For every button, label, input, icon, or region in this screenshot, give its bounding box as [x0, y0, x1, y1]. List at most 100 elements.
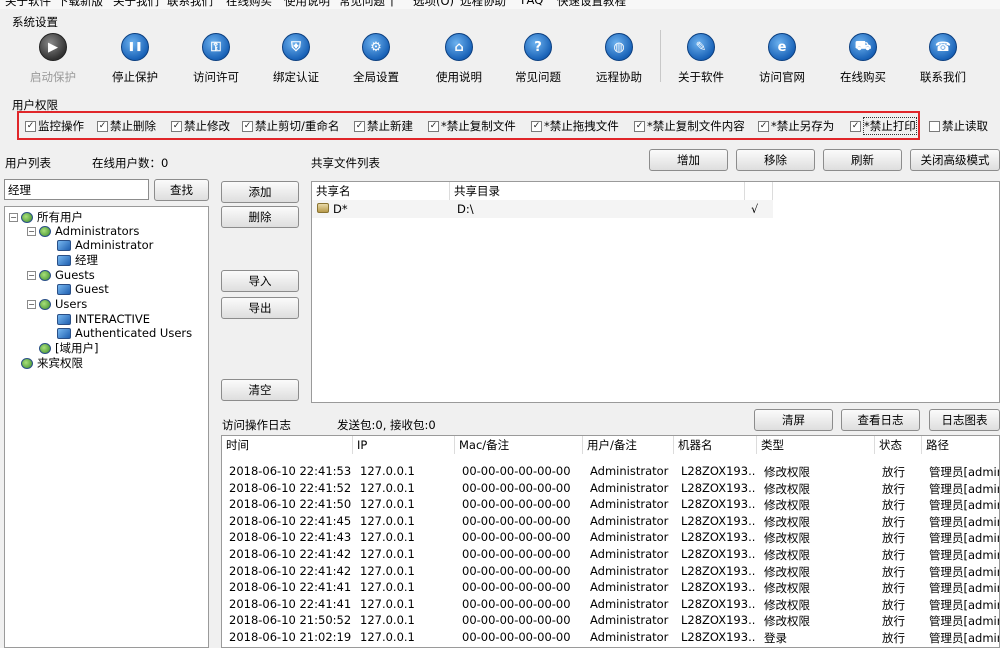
- tree-node[interactable]: Administrator: [45, 238, 153, 252]
- delete-user-button[interactable]: 删除: [221, 206, 299, 228]
- menu-item[interactable]: |: [390, 0, 394, 7]
- search-button[interactable]: 查找: [154, 179, 209, 201]
- log-cell: 00-00-00-00-00-00: [462, 513, 571, 528]
- share-row[interactable]: D* D:\ √: [312, 200, 773, 218]
- collapse-icon[interactable]: −: [27, 299, 36, 309]
- phone-toolbar-button[interactable]: ☎ 联系我们: [903, 33, 983, 85]
- key-toolbar-button[interactable]: ⚿ 访问许可: [176, 33, 256, 85]
- log-column-header[interactable]: IP: [353, 436, 455, 454]
- play-icon: ▶: [39, 33, 67, 61]
- share-path-column-header[interactable]: 共享目录: [450, 182, 745, 200]
- menu-item[interactable]: 常见问题: [339, 0, 385, 9]
- checkbox-icon[interactable]: [929, 120, 940, 132]
- collapse-icon[interactable]: −: [27, 270, 36, 280]
- question-icon: ?: [524, 33, 552, 61]
- log-column-header[interactable]: 机器名: [674, 436, 757, 454]
- browser-toolbar-button[interactable]: e 访问官网: [742, 33, 822, 85]
- import-button[interactable]: 导入: [221, 270, 299, 292]
- log-column-header[interactable]: 类型: [757, 436, 875, 454]
- tree-node[interactable]: − 所有用户: [9, 210, 83, 224]
- log-row[interactable]: 2018-06-10 21:02:19 127.0.0.1 00-00-00-00-…: [222, 630, 999, 646]
- tree-node[interactable]: [域用户]: [27, 341, 98, 355]
- log-row[interactable]: 2018-06-10 22:41:42 127.0.0.1 00-00-00-00-…: [222, 564, 999, 580]
- toolbar-button-label: 绑定认证: [273, 70, 319, 84]
- log-cell: 127.0.0.1: [360, 547, 415, 561]
- menu-item[interactable]: 关于我们: [113, 0, 159, 9]
- close-advanced-mode-button[interactable]: 关闭高级模式: [910, 149, 1000, 171]
- menu-item[interactable]: FAQ: [521, 0, 543, 7]
- share-name-column-header[interactable]: 共享名: [312, 182, 450, 200]
- menu-item[interactable]: 在线购买: [226, 0, 272, 9]
- log-cell: 管理员[admin]: [929, 514, 999, 529]
- pause-toolbar-button[interactable]: ❚❚ 停止保护: [95, 33, 175, 85]
- remove-share-button[interactable]: 移除: [736, 149, 815, 171]
- log-column-header[interactable]: 状态: [875, 436, 922, 454]
- tree-node[interactable]: Guest: [45, 282, 109, 296]
- share-table: 共享名 共享目录 D* D:\ √: [311, 181, 1000, 403]
- menu-item[interactable]: 快速设置教程: [557, 0, 626, 9]
- export-button[interactable]: 导出: [221, 297, 299, 319]
- log-cell: 2018-06-10 22:41:52: [229, 480, 352, 495]
- menu-item[interactable]: 联系我们: [167, 0, 213, 9]
- menu-item[interactable]: 关于软件: [5, 0, 51, 9]
- log-row[interactable]: 2018-06-10 22:41:41 127.0.0.1 00-00-00-00-…: [222, 580, 999, 596]
- tree-node[interactable]: − Guests: [27, 268, 95, 282]
- log-row[interactable]: 2018-06-10 22:41:42 127.0.0.1 00-00-00-00-…: [222, 547, 999, 563]
- menu-item[interactable]: 使用说明: [284, 0, 330, 9]
- log-cell: 管理员[admin]: [929, 564, 999, 579]
- tree-node[interactable]: 经理: [45, 253, 98, 267]
- tree-node-label: 经理: [75, 253, 98, 267]
- tree-node[interactable]: 来宾权限: [9, 356, 83, 370]
- add-share-button[interactable]: 增加: [649, 149, 728, 171]
- tree-node[interactable]: − Users: [27, 297, 87, 311]
- log-column-header[interactable]: 时间: [222, 436, 353, 454]
- view-log-button[interactable]: 查看日志: [841, 409, 920, 431]
- log-cell: L28ZOX193...: [681, 464, 756, 478]
- log-row[interactable]: 2018-06-10 22:41:41 127.0.0.1 00-00-00-00-…: [222, 596, 999, 613]
- graduation-cap-toolbar-button[interactable]: ⌂ 使用说明: [419, 33, 499, 85]
- collapse-icon[interactable]: −: [27, 226, 36, 236]
- log-row[interactable]: 2018-06-10 22:41:50 127.0.0.1 00-00-00-00-…: [222, 497, 999, 513]
- refresh-button[interactable]: 刷新: [823, 149, 902, 171]
- log-chart-button[interactable]: 日志图表: [929, 409, 1000, 431]
- question-toolbar-button[interactable]: ? 常见问题: [498, 33, 578, 85]
- log-column-header[interactable]: 用户/备注: [583, 436, 674, 454]
- log-table: 时间 IP Mac/备注 用户/备注 机器名 类型 状态 路径 2018-06-10 22:41…: [221, 435, 1000, 648]
- tree-node[interactable]: − Administrators: [27, 224, 139, 238]
- menu-item[interactable]: 远程协助: [460, 0, 506, 9]
- tree-node[interactable]: INTERACTIVE: [45, 312, 150, 326]
- log-row[interactable]: 2018-06-10 22:41:52 127.0.0.1 00-00-00-00-…: [222, 480, 999, 497]
- play-toolbar-button[interactable]: ▶ 启动保护: [13, 33, 93, 85]
- menu-item[interactable]: 下载新版: [57, 0, 103, 9]
- shield-icon: ⛨: [282, 33, 310, 61]
- toolbar-button-label: 启动保护: [30, 70, 76, 84]
- log-cell: 放行: [882, 564, 905, 579]
- log-row[interactable]: 2018-06-10 22:41:45 127.0.0.1 00-00-00-00-…: [222, 513, 999, 530]
- permission-checkbox[interactable]: 禁止读取: [929, 118, 988, 134]
- log-row[interactable]: 2018-06-10 22:41:53 127.0.0.1 00-00-00-00-…: [222, 464, 999, 480]
- menu-item[interactable]: 选项(O): [413, 0, 454, 9]
- log-cell: 127.0.0.1: [360, 596, 415, 611]
- gear-toolbar-button[interactable]: ⚙ 全局设置: [336, 33, 416, 85]
- online-user-count: 在线用户数：0: [92, 156, 169, 170]
- collapse-icon[interactable]: −: [9, 212, 18, 222]
- log-column-header[interactable]: 路径: [922, 436, 999, 454]
- clear-screen-button[interactable]: 清屏: [754, 409, 833, 431]
- log-cell: 00-00-00-00-00-00: [462, 497, 571, 512]
- log-row[interactable]: 2018-06-10 22:41:43 127.0.0.1 00-00-00-00-…: [222, 530, 999, 546]
- cart-toolbar-button[interactable]: ⛟ 在线购买: [823, 33, 903, 85]
- tree-node-label: 来宾权限: [37, 356, 83, 370]
- share-flag-column-header[interactable]: [745, 182, 773, 200]
- clear-button[interactable]: 清空: [221, 379, 299, 401]
- globe-toolbar-button[interactable]: ◍ 远程协助: [579, 33, 659, 85]
- tree-node[interactable]: Authenticated Users: [45, 326, 192, 340]
- add-user-button[interactable]: 添加: [221, 181, 299, 203]
- log-column-header[interactable]: Mac/备注: [455, 436, 583, 454]
- user-icon: [57, 283, 71, 295]
- edit-toolbar-button[interactable]: ✎ 关于软件: [661, 33, 741, 85]
- log-cell: 管理员[admin]: [929, 581, 999, 596]
- log-cell: 管理员[admin]: [929, 548, 999, 562]
- user-search-input[interactable]: [4, 179, 149, 200]
- log-row[interactable]: 2018-06-10 21:50:52 127.0.0.1 00-00-00-00-…: [222, 613, 999, 629]
- shield-toolbar-button[interactable]: ⛨ 绑定认证: [256, 33, 336, 85]
